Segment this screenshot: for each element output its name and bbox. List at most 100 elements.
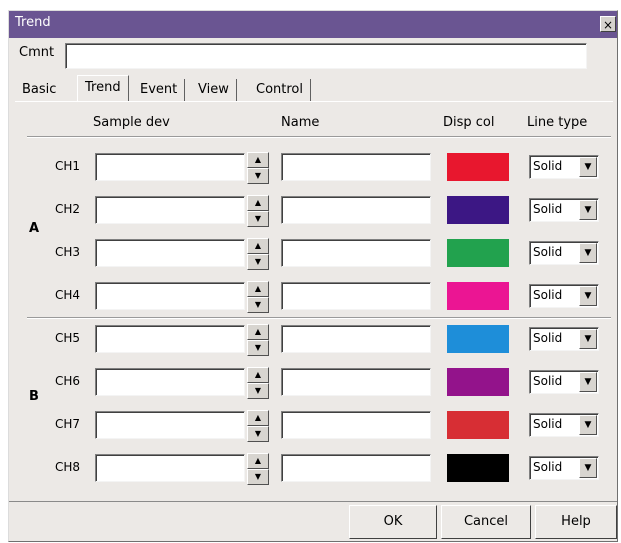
chevron-down-icon[interactable]: ▼: [579, 458, 597, 478]
channel-label: CH7: [55, 417, 81, 431]
line-type-value: Solid: [533, 245, 563, 259]
tab-trend[interactable]: Trend: [77, 75, 129, 102]
sample-dev-input[interactable]: [95, 196, 245, 224]
up-arrow-icon[interactable]: ▲: [247, 195, 269, 211]
sample-dev-spinner[interactable]: ▲ ▼: [247, 367, 269, 399]
channel-label: CH8: [55, 460, 81, 474]
down-arrow-icon[interactable]: ▼: [247, 254, 269, 270]
header-name: Name: [281, 115, 320, 130]
down-arrow-icon[interactable]: ▼: [247, 426, 269, 442]
up-arrow-icon[interactable]: ▲: [247, 453, 269, 469]
up-arrow-icon[interactable]: ▲: [247, 238, 269, 254]
name-input[interactable]: [281, 368, 431, 396]
name-input[interactable]: [281, 239, 431, 267]
chevron-down-icon[interactable]: ▼: [579, 415, 597, 435]
sample-dev-input[interactable]: [95, 411, 245, 439]
down-arrow-icon[interactable]: ▼: [247, 383, 269, 399]
header-sample-dev: Sample dev: [93, 115, 170, 130]
sample-dev-input[interactable]: [95, 239, 245, 267]
up-arrow-icon[interactable]: ▲: [247, 410, 269, 426]
line-type-select[interactable]: Solid ▼: [529, 198, 599, 222]
chevron-down-icon[interactable]: ▼: [579, 200, 597, 220]
sample-dev-spinner[interactable]: ▲ ▼: [247, 238, 269, 270]
color-swatch[interactable]: [447, 325, 509, 353]
line-type-value: Solid: [533, 417, 563, 431]
sample-dev-spinner[interactable]: ▲ ▼: [247, 195, 269, 227]
tab-basic[interactable]: Basic: [15, 79, 63, 101]
channel-label: CH4: [55, 288, 81, 302]
sample-dev-input[interactable]: [95, 325, 245, 353]
name-input[interactable]: [281, 325, 431, 353]
sample-dev-spinner[interactable]: ▲ ▼: [247, 453, 269, 485]
group-divider: [27, 317, 611, 319]
header-disp-col: Disp col: [443, 115, 495, 130]
channel-label: CH1: [55, 159, 81, 173]
comment-input[interactable]: [65, 43, 587, 69]
line-type-select[interactable]: Solid ▼: [529, 370, 599, 394]
line-type-select[interactable]: Solid ▼: [529, 284, 599, 308]
color-swatch[interactable]: [447, 153, 509, 181]
chevron-down-icon[interactable]: ▼: [579, 243, 597, 263]
up-arrow-icon[interactable]: ▲: [247, 367, 269, 383]
trend-dialog: Trend × Cmnt Basic Trend Event View Cont…: [8, 10, 618, 542]
down-arrow-icon[interactable]: ▼: [247, 168, 269, 184]
up-arrow-icon[interactable]: ▲: [247, 152, 269, 168]
channel-label: CH5: [55, 331, 81, 345]
header-line-type: Line type: [527, 115, 588, 130]
window-title: Trend: [15, 15, 51, 30]
channel-label: CH3: [55, 245, 81, 259]
color-swatch[interactable]: [447, 282, 509, 310]
tab-view[interactable]: View: [191, 79, 237, 101]
comment-label: Cmnt: [19, 45, 55, 60]
sample-dev-spinner[interactable]: ▲ ▼: [247, 410, 269, 442]
help-button[interactable]: Help: [535, 505, 617, 539]
channel-label: CH2: [55, 202, 81, 216]
line-type-select[interactable]: Solid ▼: [529, 413, 599, 437]
title-bar[interactable]: Trend ×: [9, 11, 617, 38]
line-type-value: Solid: [533, 460, 563, 474]
chevron-down-icon[interactable]: ▼: [579, 372, 597, 392]
tab-event[interactable]: Event: [133, 79, 186, 101]
cancel-button[interactable]: Cancel: [441, 505, 531, 539]
line-type-select[interactable]: Solid ▼: [529, 241, 599, 265]
name-input[interactable]: [281, 196, 431, 224]
color-swatch[interactable]: [447, 239, 509, 267]
close-button[interactable]: ×: [600, 16, 616, 32]
line-type-select[interactable]: Solid ▼: [529, 155, 599, 179]
sample-dev-input[interactable]: [95, 282, 245, 310]
down-arrow-icon[interactable]: ▼: [247, 211, 269, 227]
line-type-value: Solid: [533, 331, 563, 345]
color-swatch[interactable]: [447, 411, 509, 439]
chevron-down-icon[interactable]: ▼: [579, 286, 597, 306]
ok-button[interactable]: OK: [349, 505, 437, 539]
line-type-value: Solid: [533, 374, 563, 388]
sample-dev-input[interactable]: [95, 368, 245, 396]
name-input[interactable]: [281, 153, 431, 181]
line-type-value: Solid: [533, 159, 563, 173]
chevron-down-icon[interactable]: ▼: [579, 157, 597, 177]
sample-dev-input[interactable]: [95, 454, 245, 482]
channel-label: CH6: [55, 374, 81, 388]
chevron-down-icon[interactable]: ▼: [579, 329, 597, 349]
name-input[interactable]: [281, 411, 431, 439]
up-arrow-icon[interactable]: ▲: [247, 324, 269, 340]
sample-dev-spinner[interactable]: ▲ ▼: [247, 324, 269, 356]
up-arrow-icon[interactable]: ▲: [247, 281, 269, 297]
group-label-b: B: [29, 389, 39, 404]
name-input[interactable]: [281, 454, 431, 482]
sample-dev-input[interactable]: [95, 153, 245, 181]
header-divider: [27, 136, 611, 138]
line-type-select[interactable]: Solid ▼: [529, 456, 599, 480]
color-swatch[interactable]: [447, 196, 509, 224]
color-swatch[interactable]: [447, 454, 509, 482]
line-type-select[interactable]: Solid ▼: [529, 327, 599, 351]
sample-dev-spinner[interactable]: ▲ ▼: [247, 152, 269, 184]
color-swatch[interactable]: [447, 368, 509, 396]
sample-dev-spinner[interactable]: ▲ ▼: [247, 281, 269, 313]
down-arrow-icon[interactable]: ▼: [247, 297, 269, 313]
name-input[interactable]: [281, 282, 431, 310]
line-type-value: Solid: [533, 288, 563, 302]
tab-control[interactable]: Control: [249, 79, 311, 101]
down-arrow-icon[interactable]: ▼: [247, 340, 269, 356]
down-arrow-icon[interactable]: ▼: [247, 469, 269, 485]
